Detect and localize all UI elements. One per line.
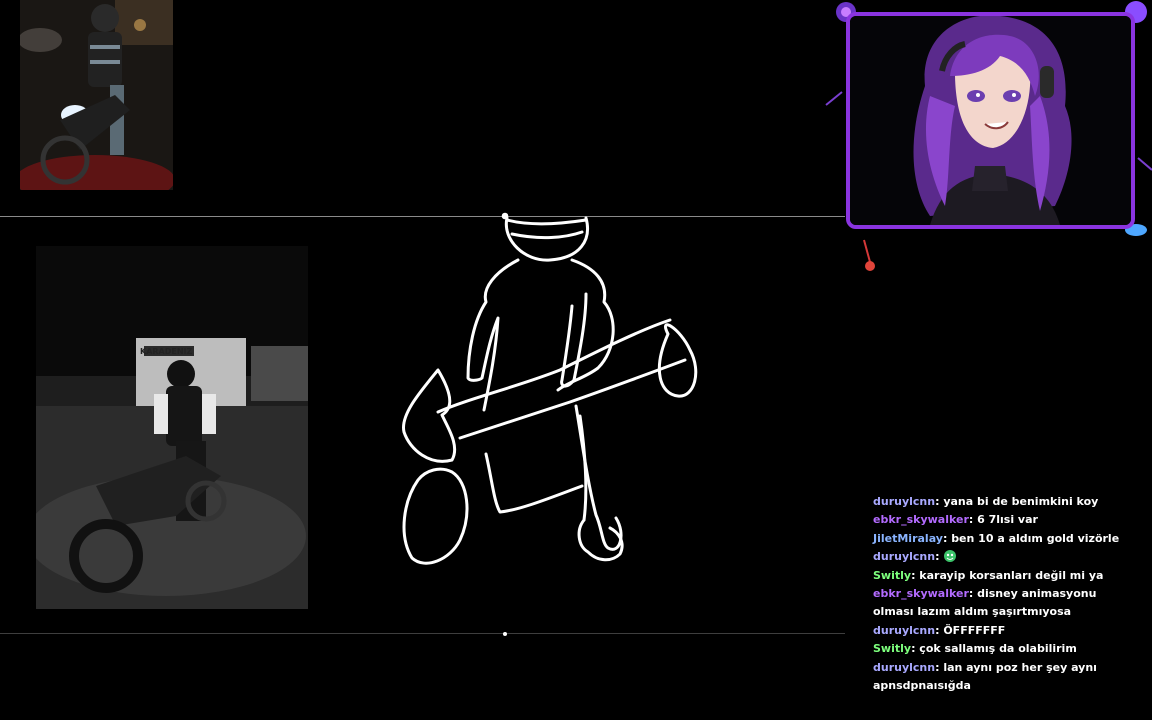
sketch-arm xyxy=(560,292,588,388)
stream-canvas: KARADENIZ duruylcnn: yana bi de benimkin… xyxy=(0,0,1152,720)
chat-text: ÖFFFFFFF xyxy=(943,623,1006,637)
chat-message: duruylcnn: yana bi de benimkini koy xyxy=(873,493,1135,511)
chat-message: duruylcnn: lan aynı poz her şey aynı apn… xyxy=(873,659,1135,696)
chat-separator: : xyxy=(968,587,978,601)
sketch-lower xyxy=(484,414,588,522)
chat-message: JiletMiralay: ben 10 a aldım gold vizörl… xyxy=(873,530,1135,548)
chat-message: Switly: karayip korsanları değil mi ya xyxy=(873,567,1135,585)
chat-message: Switly: çok sallamış da olabilirim xyxy=(873,640,1135,658)
chat-username[interactable]: Switly xyxy=(873,569,911,582)
chat-message: ebkr_skywalker: 6 7lısi var xyxy=(873,511,1135,529)
drawing-icon xyxy=(402,212,698,565)
chat-message: duruylcnn: xyxy=(873,548,1135,566)
chat-username[interactable]: JiletMiralay xyxy=(873,532,943,545)
chat-text: karayip korsanları değil mi ya xyxy=(919,568,1104,582)
webcam-frame xyxy=(846,12,1135,229)
chat-username[interactable]: duruylcnn xyxy=(873,550,935,563)
chat-username[interactable]: duruylcnn xyxy=(873,495,935,508)
chat-text: yana bi de benimkini koy xyxy=(943,495,1099,508)
chat-message: ebkr_skywalker: disney animasyonu olması… xyxy=(873,585,1135,622)
chat-text: çok sallamış da olabilirim xyxy=(919,642,1077,656)
green-emote-icon xyxy=(944,550,957,563)
cursor-dot-icon xyxy=(503,632,507,636)
sign-text: KARADENIZ xyxy=(140,347,193,356)
main-rider-photo: KARADENIZ xyxy=(36,246,308,609)
divider-bottom xyxy=(0,633,845,634)
sketch-helmet-visor xyxy=(510,230,584,240)
top-thumbnail-photo xyxy=(20,0,173,190)
photo-icon: KARADENIZ xyxy=(36,246,308,609)
chat-separator: : xyxy=(968,513,978,527)
sketch-tip xyxy=(657,323,698,398)
chat-username[interactable]: duruylcnn xyxy=(873,661,935,674)
chat-username[interactable]: Switly xyxy=(873,642,911,655)
sketch-torso xyxy=(466,258,615,412)
chat-username[interactable]: ebkr_skywalker xyxy=(873,513,969,526)
chat-separator: : xyxy=(935,550,944,564)
chat-text: 6 7lısi var xyxy=(977,513,1038,527)
photo-icon xyxy=(20,0,173,190)
chat-username[interactable]: duruylcnn xyxy=(873,624,935,637)
chat-message: duruylcnn: ÖFFFFFFF xyxy=(873,622,1135,640)
chat-username[interactable]: ebkr_skywalker xyxy=(873,587,969,600)
chat-separator: : xyxy=(942,531,952,545)
chat-overlay: duruylcnn: yana bi de benimkini koy ebkr_… xyxy=(873,493,1135,695)
sketch-left-wheel xyxy=(402,467,469,565)
chat-text: ben 10 a aldım gold vizörle xyxy=(951,531,1120,545)
sketch-left-blade xyxy=(402,368,457,463)
avatar-icon xyxy=(850,16,1131,225)
sketch-helmet-top xyxy=(505,218,588,226)
